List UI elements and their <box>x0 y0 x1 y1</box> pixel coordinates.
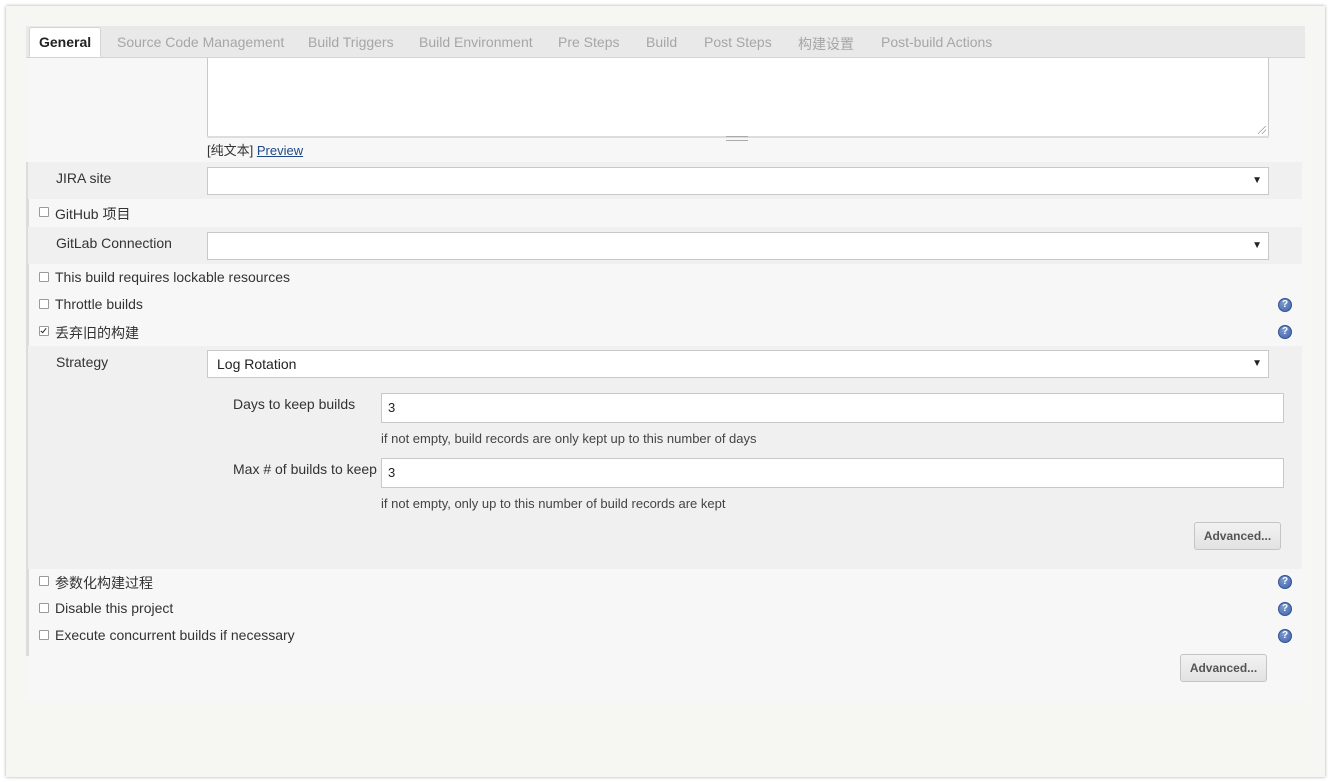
disable-project-checkbox[interactable] <box>39 603 49 613</box>
tab-post-build-actions[interactable]: Post-build Actions <box>881 34 992 50</box>
max-builds-hint: if not empty, only up to this number of … <box>381 496 726 511</box>
discard-advanced-button[interactable]: Advanced... <box>1194 522 1281 550</box>
help-icon[interactable]: ? <box>1278 602 1292 616</box>
tab-source-code-management[interactable]: Source Code Management <box>117 34 284 50</box>
disable-project-label: Disable this project <box>55 600 174 616</box>
max-builds-input[interactable]: 3 <box>381 458 1284 488</box>
strategy-select[interactable]: Log Rotation ▼ <box>207 350 1269 378</box>
help-icon[interactable]: ? <box>1278 298 1292 312</box>
github-project-checkbox[interactable] <box>39 207 49 217</box>
throttle-builds-label: Throttle builds <box>55 296 143 312</box>
strategy-value: Log Rotation <box>217 356 297 372</box>
max-builds-label: Max # of builds to keep <box>233 461 377 477</box>
discard-old-builds-label: 丢弃旧的构建 <box>55 325 139 341</box>
concurrent-builds-checkbox[interactable] <box>39 630 49 640</box>
chevron-down-icon: ▼ <box>1252 175 1262 186</box>
tab-post-steps[interactable]: Post Steps <box>704 34 772 50</box>
chevron-down-icon: ▼ <box>1252 358 1262 369</box>
tab-general[interactable]: General <box>29 27 102 57</box>
format-label: [纯文本] <box>207 143 254 158</box>
lockable-resources-checkbox[interactable] <box>39 272 49 282</box>
description-format: [纯文本] Preview <box>207 140 303 159</box>
gitlab-connection-label: GitLab Connection <box>56 235 172 251</box>
tab-build-triggers[interactable]: Build Triggers <box>308 34 394 50</box>
window-frame: General Source Code Management Build Tri… <box>6 6 1325 777</box>
tab-bar: General Source Code Management Build Tri… <box>26 26 1305 58</box>
help-icon[interactable]: ? <box>1278 575 1292 589</box>
tab-build-environment[interactable]: Build Environment <box>419 34 533 50</box>
throttle-builds-checkbox[interactable] <box>39 299 49 309</box>
strategy-label: Strategy <box>56 354 109 370</box>
preview-link[interactable]: Preview <box>257 143 303 158</box>
jira-site-label: JIRA site <box>56 170 112 186</box>
chevron-down-icon: ▼ <box>1252 240 1262 251</box>
days-to-keep-label: Days to keep builds <box>233 396 356 412</box>
concurrent-builds-label: Execute concurrent builds if necessary <box>55 627 295 643</box>
parameterized-label: 参数化构建过程 <box>55 575 153 591</box>
days-to-keep-input[interactable]: 3 <box>381 393 1284 423</box>
lockable-resources-label: This build requires lockable resources <box>55 269 290 285</box>
config-panel: General Source Code Management Build Tri… <box>26 26 1305 701</box>
jira-site-select[interactable]: ▼ <box>207 167 1269 195</box>
help-icon[interactable]: ? <box>1278 325 1292 339</box>
drag-handle-icon[interactable] <box>726 136 748 141</box>
tab-build[interactable]: Build <box>646 34 677 50</box>
general-advanced-button[interactable]: Advanced... <box>1180 654 1267 682</box>
parameterized-checkbox[interactable] <box>39 576 49 586</box>
github-project-label: GitHub 项目 <box>55 206 131 222</box>
tab-build-settings[interactable]: 构建设置 <box>798 34 854 54</box>
resize-grip-icon[interactable] <box>1258 126 1266 134</box>
description-textarea[interactable] <box>207 58 1269 137</box>
gitlab-connection-select[interactable]: ▼ <box>207 232 1269 260</box>
help-icon[interactable]: ? <box>1278 629 1292 643</box>
discard-old-builds-checkbox[interactable] <box>39 326 49 336</box>
tab-pre-steps[interactable]: Pre Steps <box>558 34 619 50</box>
days-to-keep-hint: if not empty, build records are only kep… <box>381 431 757 446</box>
